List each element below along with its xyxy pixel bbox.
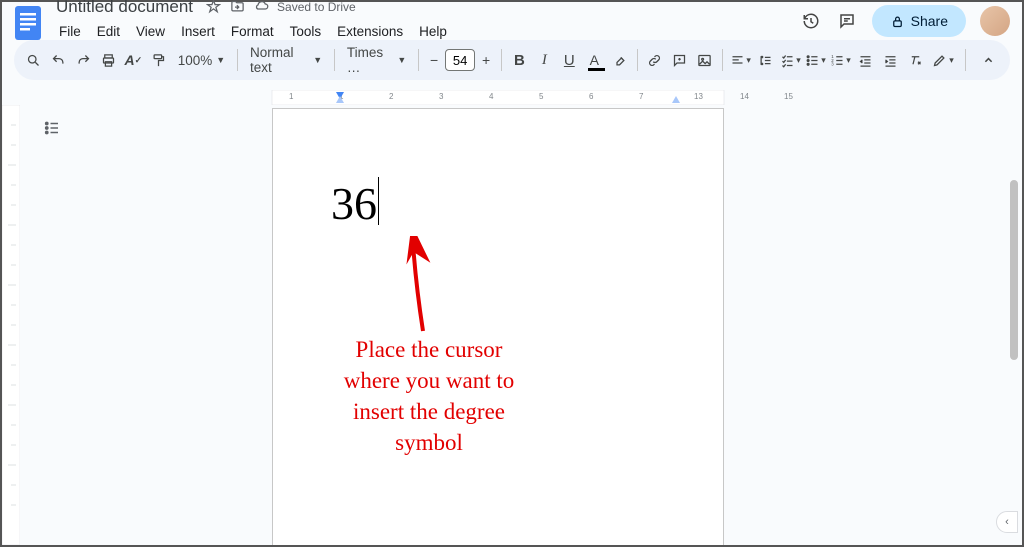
search-icon[interactable] (22, 46, 45, 74)
menu-bar: File Edit View Insert Format Tools Exten… (52, 18, 800, 45)
underline-icon[interactable]: U (558, 46, 581, 74)
svg-text:14: 14 (740, 92, 749, 101)
italic-icon[interactable]: I (533, 46, 556, 74)
title-bar: Untitled document Saved to Drive File Ed… (2, 2, 1022, 32)
comment-icon[interactable] (836, 10, 858, 32)
menu-edit[interactable]: Edit (90, 20, 127, 43)
document-content[interactable]: 36 (331, 177, 379, 230)
font-size-increase[interactable]: + (477, 49, 495, 71)
text-color-icon[interactable]: A (583, 46, 606, 74)
font-size-input[interactable] (445, 49, 475, 71)
undo-icon[interactable] (47, 46, 70, 74)
separator (418, 49, 419, 71)
indent-increase-icon[interactable] (879, 46, 902, 74)
line-spacing-icon[interactable] (754, 46, 777, 74)
spellcheck-icon[interactable]: A✓ (122, 46, 145, 74)
separator (637, 49, 638, 71)
menu-view[interactable]: View (129, 20, 172, 43)
svg-text:2: 2 (389, 92, 394, 101)
svg-text:1: 1 (289, 92, 294, 101)
workspace: 112 345 6713 1415 (2, 90, 1022, 545)
font-size-control: − + (425, 49, 495, 71)
svg-text:6: 6 (589, 92, 594, 101)
clear-format-icon[interactable] (904, 46, 927, 74)
svg-text:15: 15 (784, 92, 793, 101)
cloud-icon[interactable] (253, 0, 269, 15)
paint-format-icon[interactable] (147, 46, 170, 74)
zoom-select[interactable]: 100%▼ (172, 53, 231, 68)
bullet-list-icon[interactable]: ▾ (804, 46, 827, 74)
share-button[interactable]: Share (872, 5, 966, 37)
highlight-icon[interactable] (608, 46, 631, 74)
separator (965, 49, 966, 71)
move-icon[interactable] (229, 0, 245, 15)
annotation-arrow (398, 236, 438, 336)
editing-mode-icon[interactable]: ▾ (929, 46, 957, 74)
svg-text:13: 13 (694, 92, 703, 101)
scrollbar-vertical[interactable] (1010, 180, 1020, 515)
menu-help[interactable]: Help (412, 20, 454, 43)
indent-decrease-icon[interactable] (854, 46, 877, 74)
menu-file[interactable]: File (52, 20, 88, 43)
star-icon[interactable] (205, 0, 221, 15)
style-select[interactable]: Normal text▼ (244, 45, 328, 75)
app-window: { "header": { "doc_title": "Untitled doc… (0, 0, 1024, 547)
font-select[interactable]: Times …▼ (341, 45, 412, 75)
ruler-vertical[interactable] (2, 105, 20, 545)
add-comment-icon[interactable] (668, 46, 691, 74)
title-area: Untitled document Saved to Drive File Ed… (52, 0, 800, 45)
page-area: 36 Place the cursor where you want to in… (36, 108, 1006, 545)
toolbar: A✓ 100%▼ Normal text▼ Times …▼ − + B I U… (14, 40, 1010, 80)
separator (237, 49, 238, 71)
document-page[interactable]: 36 (272, 108, 724, 545)
text-content: 36 (331, 178, 377, 229)
svg-text:5: 5 (539, 92, 544, 101)
insert-image-icon[interactable] (693, 46, 716, 74)
numbered-list-icon[interactable]: 123▾ (829, 46, 852, 74)
drive-status: Saved to Drive (277, 0, 356, 14)
header-right: Share (800, 5, 1010, 37)
collapse-toolbar-icon[interactable] (974, 46, 1002, 74)
print-icon[interactable] (97, 46, 120, 74)
checklist-icon[interactable]: ▾ (779, 46, 802, 74)
menu-insert[interactable]: Insert (174, 20, 222, 43)
separator (722, 49, 723, 71)
svg-text:3: 3 (831, 61, 834, 66)
svg-text:7: 7 (639, 92, 644, 101)
annotation-text: Place the cursor where you want to inser… (294, 334, 564, 458)
bold-icon[interactable]: B (508, 46, 531, 74)
menu-tools[interactable]: Tools (283, 20, 329, 43)
menu-format[interactable]: Format (224, 20, 281, 43)
font-size-decrease[interactable]: − (425, 49, 443, 71)
separator (334, 49, 335, 71)
user-avatar[interactable] (980, 6, 1010, 36)
menu-extensions[interactable]: Extensions (330, 20, 410, 43)
redo-icon[interactable] (72, 46, 95, 74)
svg-text:4: 4 (489, 92, 494, 101)
svg-text:3: 3 (439, 92, 444, 101)
align-icon[interactable]: ▾ (729, 46, 752, 74)
text-cursor (378, 177, 379, 225)
history-icon[interactable] (800, 10, 822, 32)
share-label: Share (911, 13, 948, 29)
scrollbar-thumb[interactable] (1010, 180, 1018, 360)
separator (501, 49, 502, 71)
link-icon[interactable] (644, 46, 667, 74)
document-title[interactable]: Untitled document (52, 0, 197, 18)
lock-icon (890, 14, 905, 29)
docs-logo-icon[interactable] (14, 5, 42, 41)
outline-toggle-icon[interactable] (40, 116, 64, 140)
ruler-horizontal[interactable]: 112 345 6713 1415 (36, 90, 1006, 105)
